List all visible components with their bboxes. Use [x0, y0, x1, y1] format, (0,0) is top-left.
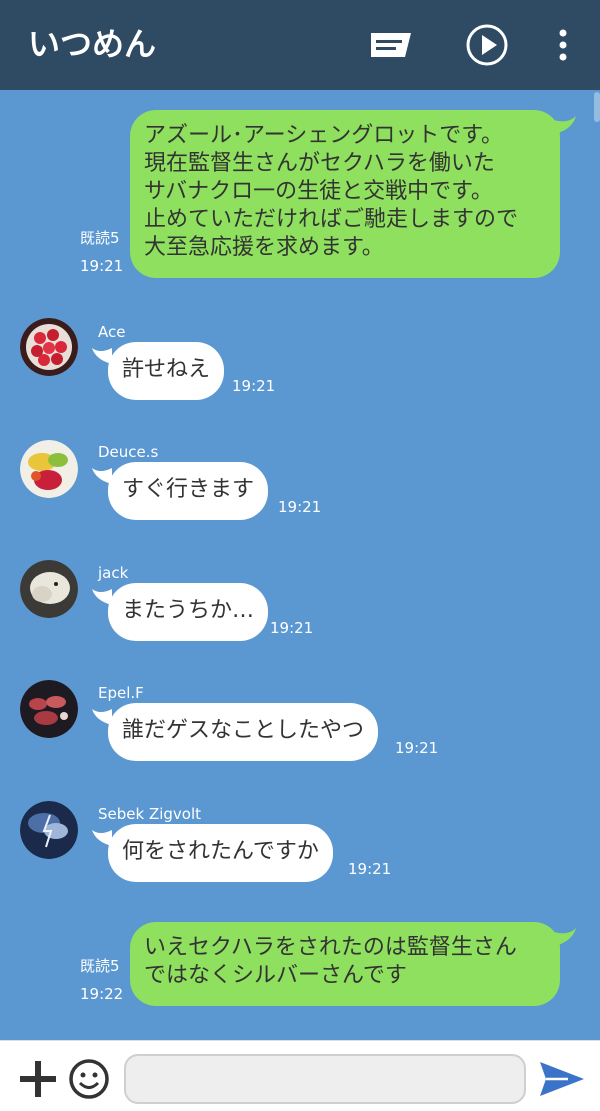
chat-header: いつめん: [0, 0, 600, 90]
message-time: 19:22: [80, 985, 124, 1003]
message-time: 19:21: [278, 498, 322, 516]
incoming-message-bubble[interactable]: 誰だゲスなことしたやつ: [108, 703, 379, 761]
outgoing-message-bubble[interactable]: アズール･アーシェングロットです。 現在監督生さんがセクハラを働いた サバナクロ…: [130, 110, 560, 278]
message-line: 止めていただければご馳走しますので: [144, 207, 519, 232]
attach-button[interactable]: [14, 1057, 62, 1101]
more-options-button[interactable]: [546, 22, 580, 68]
send-button[interactable]: [538, 1059, 586, 1099]
scrollbar[interactable]: [594, 92, 600, 122]
message-line: 大至急応援を求めます。: [144, 235, 384, 260]
sender-name: Ace: [98, 323, 126, 341]
message-line: いえセクハラをされたのは監督生さん: [144, 935, 517, 960]
message-time: 19:21: [348, 860, 392, 878]
bubble-tail: [554, 928, 576, 946]
message-time: 19:21: [270, 619, 314, 637]
emoji-icon: [69, 1059, 109, 1099]
storm-avatar: [20, 801, 78, 859]
message-line: サバナクロ一の生徒と交戦中です。: [144, 179, 493, 204]
send-icon: [540, 1062, 584, 1096]
message-line: ではなくシルバーさんです: [144, 963, 407, 988]
strawberry-tart-avatar: [20, 318, 78, 376]
bubble-tail: [554, 116, 576, 134]
read-receipt: 既読5: [80, 229, 120, 247]
dog-avatar: [20, 560, 78, 618]
message-input[interactable]: [124, 1054, 526, 1104]
note-icon: [371, 33, 411, 57]
incoming-message-bubble[interactable]: またうちか…: [108, 583, 269, 641]
note-button[interactable]: [368, 22, 414, 68]
meat-avatar: [20, 680, 78, 738]
fruit-avatar: [20, 440, 78, 498]
message-line: アズール･アーシェングロットです。: [144, 123, 504, 148]
incoming-message-bubble[interactable]: 何をされたんですか: [108, 824, 333, 882]
message-list[interactable]: 既読5 19:21 アズール･アーシェングロットです。 現在監督生さんがセクハラ…: [0, 90, 600, 1040]
message-composer: [0, 1040, 600, 1111]
message-time: 19:21: [80, 257, 124, 275]
read-receipt: 既読5: [80, 957, 120, 975]
avatar-epel[interactable]: [20, 680, 78, 738]
incoming-message-bubble[interactable]: 許せねえ: [108, 342, 225, 400]
sender-name: Deuce.s: [98, 443, 159, 461]
emoji-button[interactable]: [66, 1057, 112, 1101]
incoming-message-bubble[interactable]: すぐ行きます: [108, 462, 269, 520]
more-vert-icon: [559, 29, 567, 61]
sender-name: Epel.F: [98, 684, 144, 702]
chat-title: いつめん: [28, 25, 157, 63]
sender-name: jack: [98, 564, 129, 582]
plus-icon: [20, 1061, 56, 1097]
avatar-sebek[interactable]: [20, 801, 78, 859]
message-line: 現在監督生さんがセクハラを働いた: [144, 151, 495, 176]
avatar-deuce[interactable]: [20, 440, 78, 498]
play-icon: [466, 24, 508, 66]
outgoing-message-bubble[interactable]: いえセクハラをされたのは監督生さん ではなくシルバーさんです: [130, 922, 560, 1006]
message-time: 19:21: [395, 739, 439, 757]
sender-name: Sebek Zigvolt: [98, 805, 202, 823]
avatar-jack[interactable]: [20, 560, 78, 618]
message-time: 19:21: [232, 377, 276, 395]
avatar-ace[interactable]: [20, 318, 78, 376]
play-button[interactable]: [464, 22, 510, 68]
